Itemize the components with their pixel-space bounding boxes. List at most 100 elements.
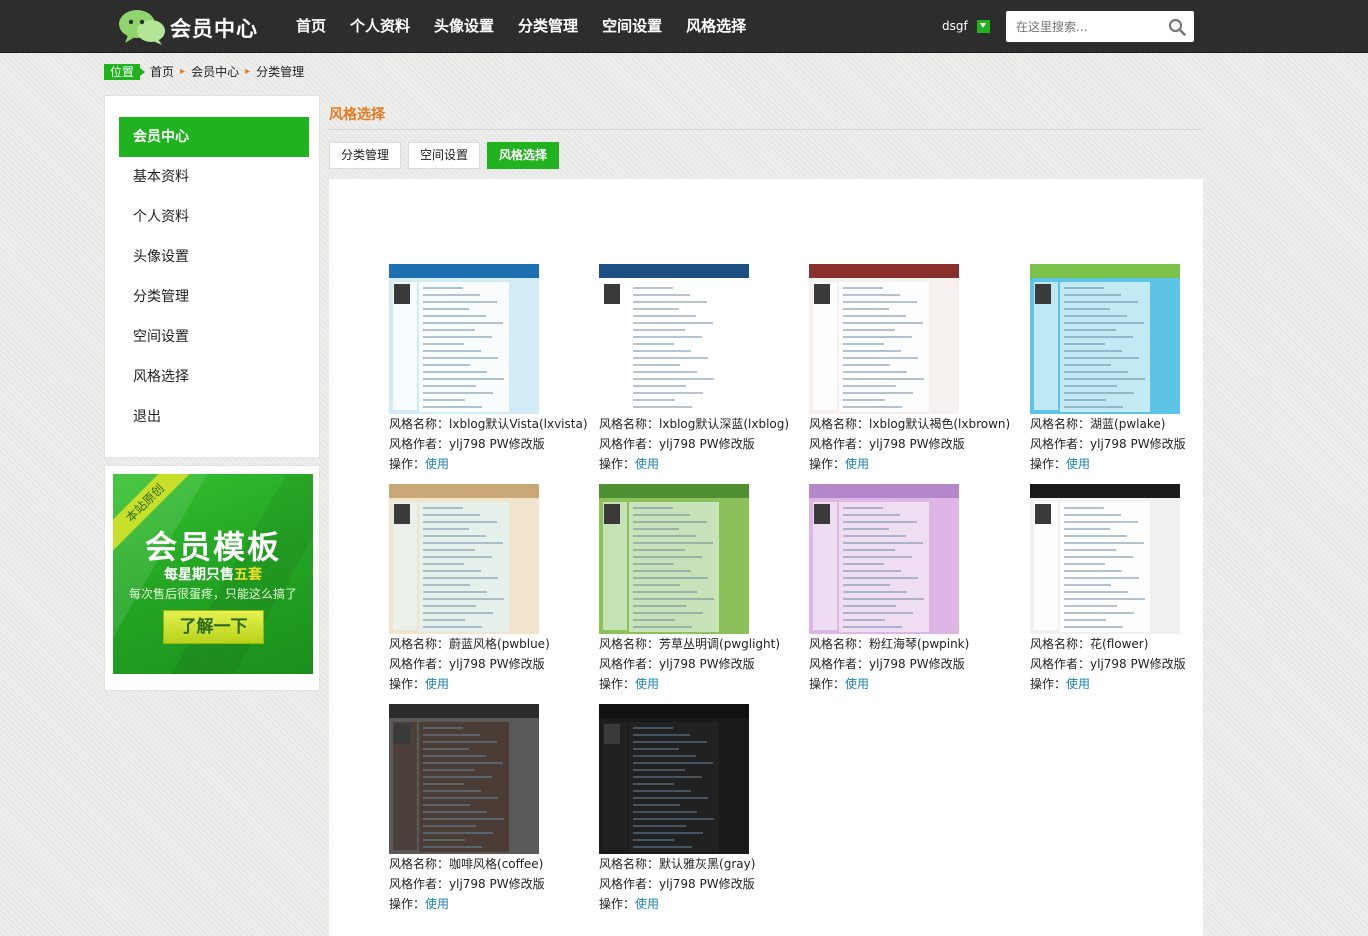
sidebar-item-avatar[interactable]: 头像设置 [119,237,309,277]
theme-author-value: ylj798 PW修改版 [659,877,755,891]
preview-avatar [394,504,410,524]
preview-avatar [604,284,620,304]
theme-name: 风格名称：lxblog默认Vista(lxvista) [389,414,589,434]
theme-preview-image[interactable] [809,484,959,634]
search-input[interactable] [1006,11,1156,42]
preview-body [629,502,719,632]
theme-preview-image[interactable] [809,264,959,414]
theme-name-value: lxblog默认Vista(lxvista) [449,417,588,431]
theme-name-label: 风格名称： [389,417,450,431]
theme-action-label: 操作： [389,457,426,471]
search-icon[interactable] [1168,18,1186,36]
use-theme-link[interactable]: 使用 [845,677,869,691]
nav-space-settings[interactable]: 空间设置 [594,0,670,53]
promo-title: 会员模板 [144,528,281,566]
theme-preview-image[interactable] [1030,484,1180,634]
search-box [1006,11,1194,42]
nav-style-select[interactable]: 风格选择 [678,0,754,53]
theme-action: 操作：使用 [389,674,589,694]
nav-avatar-settings[interactable]: 头像设置 [426,0,502,53]
theme-action: 操作：使用 [1030,674,1230,694]
theme-action: 操作：使用 [1030,454,1230,474]
theme-card: 风格名称：lxblog默认深蓝(lxblog) 风格作者：ylj798 PW修改版… [599,264,799,474]
sidebar-item-category[interactable]: 分类管理 [119,277,309,317]
theme-action-label: 操作： [599,897,636,911]
use-theme-link[interactable]: 使用 [1066,457,1090,471]
breadcrumb-home[interactable]: 首页 [150,63,174,80]
preview-header [599,704,749,718]
nav-profile[interactable]: 个人资料 [342,0,418,53]
theme-name: 风格名称：花(flower) [1030,634,1230,654]
preview-header [1030,264,1180,278]
theme-preview-image[interactable] [599,264,749,414]
tab-space-settings[interactable]: 空间设置 [408,142,481,169]
preview-body [419,502,509,632]
theme-name-value: 蔚蓝风格(pwblue) [449,637,550,651]
theme-author: 风格作者：ylj798 PW修改版 [1030,654,1230,674]
use-theme-link[interactable]: 使用 [1066,677,1090,691]
theme-author-label: 风格作者： [599,437,660,451]
user-menu[interactable]: dsgf [942,19,990,33]
chevron-down-icon[interactable] [976,19,990,33]
theme-action-label: 操作： [389,677,426,691]
theme-name-label: 风格名称： [1030,637,1091,651]
promo-panel: 本站原创 会员模板 每星期只售五套 每次售后很蛋疼，只能这么搞了 了解一下 [104,465,320,691]
nav-home[interactable]: 首页 [288,0,334,53]
top-navbar: 会员中心 首页 个人资料 头像设置 分类管理 空间设置 风格选择 dsgf [0,0,1368,53]
theme-action: 操作：使用 [599,454,799,474]
theme-preview-image[interactable] [389,264,539,414]
use-theme-link[interactable]: 使用 [425,457,449,471]
theme-preview-image[interactable] [389,484,539,634]
sidebar-item-space[interactable]: 空间设置 [119,317,309,357]
theme-preview-image[interactable] [1030,264,1180,414]
theme-card: 风格名称：粉红海琴(pwpink) 风格作者：ylj798 PW修改版 操作：使用 [809,484,1009,694]
use-theme-link[interactable]: 使用 [635,677,659,691]
theme-name-value: 芳草丛明调(pwglight) [659,637,781,651]
use-theme-link[interactable]: 使用 [845,457,869,471]
theme-author-label: 风格作者： [599,877,660,891]
use-theme-link[interactable]: 使用 [425,897,449,911]
theme-name-value: 粉红海琴(pwpink) [869,637,970,651]
chat-bubbles-icon [119,10,165,45]
breadcrumb-member-center[interactable]: 会员中心 [191,63,239,80]
sidebar-item-style[interactable]: 风格选择 [119,357,309,397]
theme-card: 风格名称：咖啡风格(coffee) 风格作者：ylj798 PW修改版 操作：使用 [389,704,589,914]
theme-action-label: 操作： [599,457,636,471]
theme-author-label: 风格作者： [389,877,450,891]
main-nav: 首页 个人资料 头像设置 分类管理 空间设置 风格选择 [288,0,762,53]
preview-body [629,282,719,412]
page-title: 风格选择 [329,107,385,123]
promo-subtitle-prefix: 每星期只售 [164,567,234,583]
theme-preview-image[interactable] [389,704,539,854]
sidebar-item-member-center[interactable]: 会员中心 [119,117,309,157]
tab-bar: 分类管理 空间设置 风格选择 [329,142,566,169]
theme-name-label: 风格名称： [389,857,450,871]
theme-preview-image[interactable] [599,484,749,634]
tab-style-select[interactable]: 风格选择 [487,142,560,169]
theme-action-label: 操作： [1030,677,1067,691]
preview-header [389,264,539,278]
promo-banner[interactable]: 本站原创 会员模板 每星期只售五套 每次售后很蛋疼，只能这么搞了 了解一下 [113,474,313,674]
theme-action-label: 操作： [809,457,846,471]
theme-name-label: 风格名称： [809,417,870,431]
sidebar-item-profile[interactable]: 个人资料 [119,197,309,237]
theme-name-label: 风格名称： [599,857,660,871]
use-theme-link[interactable]: 使用 [425,677,449,691]
learn-more-button[interactable]: 了解一下 [163,610,264,644]
tab-category-manage[interactable]: 分类管理 [329,142,402,169]
theme-action: 操作：使用 [809,674,1009,694]
preview-header [389,484,539,498]
theme-name: 风格名称：湖蓝(pwlake) [1030,414,1230,434]
sidebar-item-logout[interactable]: 退出 [119,397,309,437]
sidebar-item-basic-info[interactable]: 基本资料 [119,157,309,197]
theme-preview-image[interactable] [599,704,749,854]
sidebar: 会员中心 基本资料 个人资料 头像设置 分类管理 空间设置 风格选择 退出 [104,95,320,458]
preview-body [419,722,509,852]
use-theme-link[interactable]: 使用 [635,457,659,471]
theme-name: 风格名称：蔚蓝风格(pwblue) [389,634,589,654]
site-logo[interactable]: 会员中心 [118,8,263,46]
preview-header [809,264,959,278]
use-theme-link[interactable]: 使用 [635,897,659,911]
promo-subtitle-highlight: 五套 [234,567,262,583]
nav-category-manage[interactable]: 分类管理 [510,0,586,53]
